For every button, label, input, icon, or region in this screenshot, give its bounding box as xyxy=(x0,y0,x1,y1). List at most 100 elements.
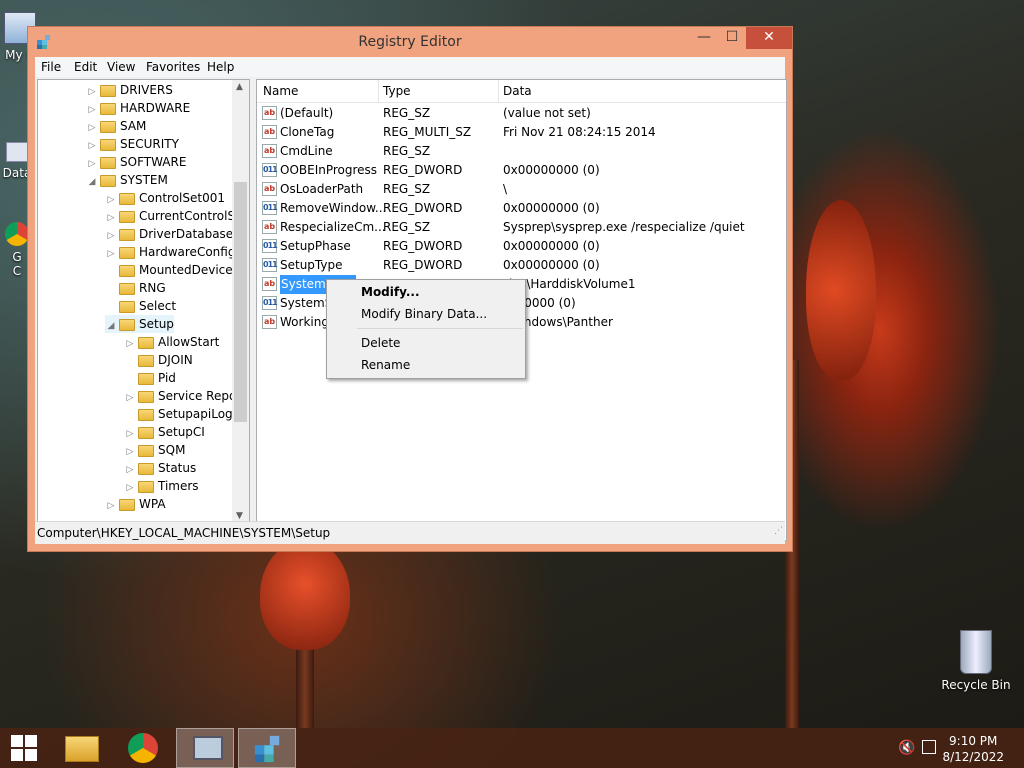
taskbar-registry-editor[interactable] xyxy=(238,728,296,768)
taskbar-remote-desktop[interactable] xyxy=(176,728,234,768)
column-header-name[interactable]: Name xyxy=(263,84,298,98)
tree-node[interactable]: ▷ Service Report xyxy=(124,387,246,405)
resize-grip[interactable]: ⋰ xyxy=(774,520,783,542)
tree-node-label: SECURITY xyxy=(120,137,179,151)
tree-node-label: WPA xyxy=(139,497,166,511)
value-row[interactable]: 011 SetupPhase REG_DWORD 0x00000000 (0) xyxy=(257,237,786,256)
menu-view[interactable]: View xyxy=(107,60,135,74)
tree-vertical-scrollbar[interactable]: ▲ ▼ xyxy=(232,80,249,523)
value-type: REG_SZ xyxy=(383,220,431,234)
binary-value-icon: 011 xyxy=(262,258,278,272)
folder-icon xyxy=(100,121,116,133)
volume-muted-icon[interactable]: 🔇 xyxy=(898,740,915,756)
tree-node[interactable]: ▷ HARDWARE xyxy=(86,99,190,117)
tree-node[interactable]: ▷ DRIVERS xyxy=(86,81,173,99)
tree-node[interactable]: ▷ AllowStart xyxy=(124,333,219,351)
value-row[interactable]: ab OsLoaderPath REG_SZ \ xyxy=(257,180,786,199)
scroll-up-arrow[interactable]: ▲ xyxy=(236,82,243,92)
tree-node[interactable]: ▷ SQM xyxy=(124,441,185,459)
tree-node[interactable]: ▷ SOFTWARE xyxy=(86,153,186,171)
close-button[interactable]: ✕ xyxy=(746,27,792,49)
monitor-icon xyxy=(193,736,223,760)
tree-node[interactable]: ▷ Timers xyxy=(124,477,199,495)
desktop-icon-label: Recycle Bin xyxy=(941,678,1011,692)
menu-item-modify-binary[interactable]: Modify Binary Data... xyxy=(361,307,487,321)
network-icon[interactable] xyxy=(922,740,936,754)
tree-expander-icon[interactable]: ◢ xyxy=(105,317,117,335)
tree-node[interactable]: ▷ ControlSet001 xyxy=(105,189,225,207)
tree-node[interactable]: DJOIN xyxy=(124,351,193,369)
menu-item-delete[interactable]: Delete xyxy=(361,336,400,350)
tree-node[interactable]: ▷ Status xyxy=(124,459,196,477)
column-separator[interactable] xyxy=(498,80,499,102)
column-header-type[interactable]: Type xyxy=(383,84,411,98)
taskbar-file-explorer[interactable] xyxy=(52,728,110,768)
folder-icon xyxy=(100,157,116,169)
maximize-button[interactable]: ☐ xyxy=(718,27,746,49)
folder-icon xyxy=(138,409,154,421)
binary-value-icon: 011 xyxy=(262,201,278,215)
menu-edit[interactable]: Edit xyxy=(74,60,97,74)
value-name: SetupPhase xyxy=(280,239,351,253)
column-separator[interactable] xyxy=(378,80,379,102)
value-row[interactable]: ab CmdLine REG_SZ xyxy=(257,142,786,161)
tree-node-label: DriverDatabase xyxy=(139,227,234,241)
value-row[interactable]: 011 OOBEInProgress REG_DWORD 0x00000000 (0) xyxy=(257,161,786,180)
menu-file[interactable]: File xyxy=(41,60,61,74)
menu-favorites[interactable]: Favorites xyxy=(146,60,200,74)
string-value-icon: ab xyxy=(262,125,277,139)
tree-node[interactable]: Pid xyxy=(124,369,176,387)
folder-icon xyxy=(119,193,135,205)
window-title: Registry Editor xyxy=(358,34,462,50)
menu-item-rename[interactable]: Rename xyxy=(361,358,410,372)
binary-value-icon: 011 xyxy=(262,239,278,253)
tree-expander-icon[interactable]: ▷ xyxy=(105,497,117,515)
minimize-button[interactable]: — xyxy=(690,27,718,49)
tree-expander-icon[interactable]: ◢ xyxy=(86,173,98,191)
taskbar-chrome[interactable] xyxy=(114,728,172,768)
tree-node-label: SOFTWARE xyxy=(120,155,187,169)
column-header-data[interactable]: Data xyxy=(503,84,532,98)
tree-node[interactable]: Select xyxy=(105,297,176,315)
folder-icon xyxy=(119,229,135,241)
tree-node[interactable]: SetupapiLogSt xyxy=(124,405,245,423)
value-row[interactable]: ab CloneTag REG_MULTI_SZ Fri Nov 21 08:24:1… xyxy=(257,123,786,142)
value-type: REG_SZ xyxy=(383,144,431,158)
desktop-icon-recycle-bin[interactable]: Recycle Bin xyxy=(940,630,1012,692)
tree-node[interactable]: ▷ SAM xyxy=(86,117,146,135)
tree-node[interactable]: ▷ CurrentControlSet xyxy=(105,207,247,225)
scroll-down-arrow[interactable]: ▼ xyxy=(236,511,243,521)
menu-help[interactable]: Help xyxy=(207,60,234,74)
tree-node[interactable]: ▷ HardwareConfig xyxy=(105,243,235,261)
folder-icon xyxy=(119,283,135,295)
tree-node[interactable]: ◢ Setup xyxy=(105,315,174,333)
taskbar-clock[interactable]: 9:10 PM 8/12/2022 xyxy=(942,733,1004,765)
string-value-icon: ab xyxy=(262,220,277,234)
value-name: OsLoaderPath xyxy=(280,182,364,196)
title-bar[interactable]: Registry Editor — ☐ ✕ xyxy=(28,27,792,57)
tree-node-label: ControlSet001 xyxy=(139,191,225,205)
tree-node[interactable]: ◢ SYSTEM xyxy=(86,171,168,189)
value-row[interactable]: 011 SetupType REG_DWORD 0x00000000 (0) xyxy=(257,256,786,275)
value-type: REG_DWORD xyxy=(383,258,463,272)
value-row[interactable]: ab RespecializeCm... REG_SZ Sysprep\sysprep… xyxy=(257,218,786,237)
value-row[interactable]: 011 RemoveWindow... REG_DWORD 0x00000000 (0… xyxy=(257,199,786,218)
menu-bar: File Edit View Favorites Help xyxy=(35,57,785,77)
tree-node[interactable]: MountedDevices xyxy=(105,261,239,279)
scroll-thumb[interactable] xyxy=(234,182,247,422)
registry-tree[interactable]: ▷ DRIVERS ▷ HARDWARE ▷ SAM ▷ SECURITY ▷ SOFTWARE ◢… xyxy=(37,79,250,541)
start-button[interactable] xyxy=(0,728,48,768)
string-value-icon: ab xyxy=(262,182,277,196)
tree-node[interactable]: ▷ WPA xyxy=(105,495,166,513)
menu-item-modify[interactable]: Modify... xyxy=(361,285,420,299)
tree-node[interactable]: ▷ SetupCI xyxy=(124,423,205,441)
tree-node[interactable]: RNG xyxy=(105,279,166,297)
tree-node[interactable]: ▷ DriverDatabase xyxy=(105,225,233,243)
tree-node-label: RNG xyxy=(139,281,166,295)
wallpaper-petal xyxy=(260,540,350,650)
taskbar: 🔇 9:10 PM 8/12/2022 xyxy=(0,728,1024,768)
tree-node-label: HARDWARE xyxy=(120,101,191,115)
tree-node[interactable]: ▷ SECURITY xyxy=(86,135,179,153)
folder-icon xyxy=(138,481,154,493)
value-row[interactable]: ab (Default) REG_SZ (value not set) xyxy=(257,104,786,123)
